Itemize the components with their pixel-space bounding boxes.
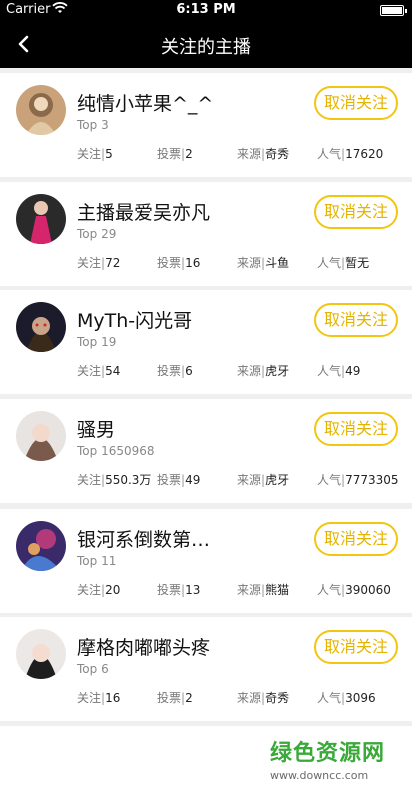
watermark-logo: 绿色资源网 www.downcc.com (270, 735, 400, 782)
source-stat: 来源|虎牙 (237, 473, 290, 487)
list-item[interactable]: 主播最爱吴亦凡 Top 29 取消关注 关注|72 投票|16 来源|斗鱼 人气… (0, 182, 412, 286)
anchor-rank: Top 19 (77, 335, 117, 349)
anchor-rank: Top 11 (77, 554, 117, 568)
avatar (16, 411, 66, 461)
watermark-title: 绿色资源网 (270, 741, 386, 766)
unfollow-button[interactable]: 取消关注 (314, 630, 398, 664)
list-item[interactable]: 骚男 Top 1650968 取消关注 关注|550.3万 投票|49 来源|虎… (0, 399, 412, 503)
anchor-name: 骚男 (77, 419, 116, 441)
avatar (16, 302, 66, 352)
avatar (16, 629, 66, 679)
popularity-stat: 人气|7773305 (317, 473, 399, 487)
stats-row: 关注|20 投票|13 来源|熊猫 人气|390060 (0, 581, 412, 597)
source-stat: 来源|熊猫 (237, 583, 290, 597)
follow-stat: 关注|550.3万 (77, 473, 152, 487)
anchor-name: 主播最爱吴亦凡 (77, 202, 211, 224)
anchor-rank: Top 6 (77, 662, 109, 676)
clock: 6:13 PM (176, 2, 236, 17)
popularity-stat: 人气|17620 (317, 147, 384, 161)
list-item[interactable]: MyTh-闪光哥 Top 19 取消关注 关注|54 投票|6 来源|虎牙 人气… (0, 290, 412, 394)
vote-stat: 投票|13 (157, 583, 201, 597)
popularity-stat: 人气|3096 (317, 691, 376, 705)
stats-row: 关注|550.3万 投票|49 来源|虎牙 人气|7773305 (0, 471, 412, 487)
unfollow-button[interactable]: 取消关注 (314, 303, 398, 337)
vote-stat: 投票|2 (157, 147, 193, 161)
popularity-stat: 人气|49 (317, 364, 361, 378)
follow-stat: 关注|72 (77, 256, 121, 270)
status-bar: Carrier 6:13 PM (0, 0, 412, 20)
vote-stat: 投票|6 (157, 364, 193, 378)
anchor-rank: Top 29 (77, 227, 117, 241)
list-item[interactable]: 银河系倒数第… Top 11 取消关注 关注|20 投票|13 来源|熊猫 人气… (0, 509, 412, 613)
nav-bar: 关注的主播 (0, 20, 412, 68)
source-stat: 来源|奇秀 (237, 691, 290, 705)
page-title: 关注的主播 (161, 37, 251, 58)
follow-stat: 关注|5 (77, 147, 113, 161)
unfollow-button[interactable]: 取消关注 (314, 86, 398, 120)
vote-stat: 投票|16 (157, 256, 201, 270)
list-item[interactable]: 纯情小苹果^_^ Top 3 取消关注 关注|5 投票|2 来源|奇秀 人气|1… (0, 73, 412, 177)
stats-row: 关注|72 投票|16 来源|斗鱼 人气|暂无 (0, 254, 412, 270)
unfollow-button[interactable]: 取消关注 (314, 195, 398, 229)
stats-row: 关注|5 投票|2 来源|奇秀 人气|17620 (0, 145, 412, 161)
anchor-name: 银河系倒数第… (77, 529, 211, 551)
vote-stat: 投票|49 (157, 473, 201, 487)
source-stat: 来源|奇秀 (237, 147, 290, 161)
anchor-name: MyTh-闪光哥 (77, 310, 193, 332)
anchor-rank: Top 3 (77, 118, 109, 132)
popularity-stat: 人气|暂无 (317, 256, 370, 270)
popularity-stat: 人气|390060 (317, 583, 391, 597)
list-item[interactable]: 摩格肉嘟嘟头疼 Top 6 取消关注 关注|16 投票|2 来源|奇秀 人气|3… (0, 617, 412, 721)
follow-stat: 关注|54 (77, 364, 121, 378)
source-stat: 来源|斗鱼 (237, 256, 290, 270)
battery-icon (380, 5, 407, 16)
anchor-name: 纯情小苹果^_^ (77, 93, 214, 115)
anchor-rank: Top 1650968 (77, 444, 155, 458)
source-stat: 来源|虎牙 (237, 364, 290, 378)
avatar (16, 194, 66, 244)
vote-stat: 投票|2 (157, 691, 193, 705)
follow-stat: 关注|16 (77, 691, 121, 705)
avatar (16, 521, 66, 571)
stats-row: 关注|54 投票|6 来源|虎牙 人气|49 (0, 362, 412, 378)
watermark-url: www.downcc.com (270, 769, 369, 782)
follow-stat: 关注|20 (77, 583, 121, 597)
avatar (16, 85, 66, 135)
unfollow-button[interactable]: 取消关注 (314, 412, 398, 446)
anchor-name: 摩格肉嘟嘟头疼 (77, 637, 211, 659)
unfollow-button[interactable]: 取消关注 (314, 522, 398, 556)
stats-row: 关注|16 投票|2 来源|奇秀 人气|3096 (0, 689, 412, 705)
